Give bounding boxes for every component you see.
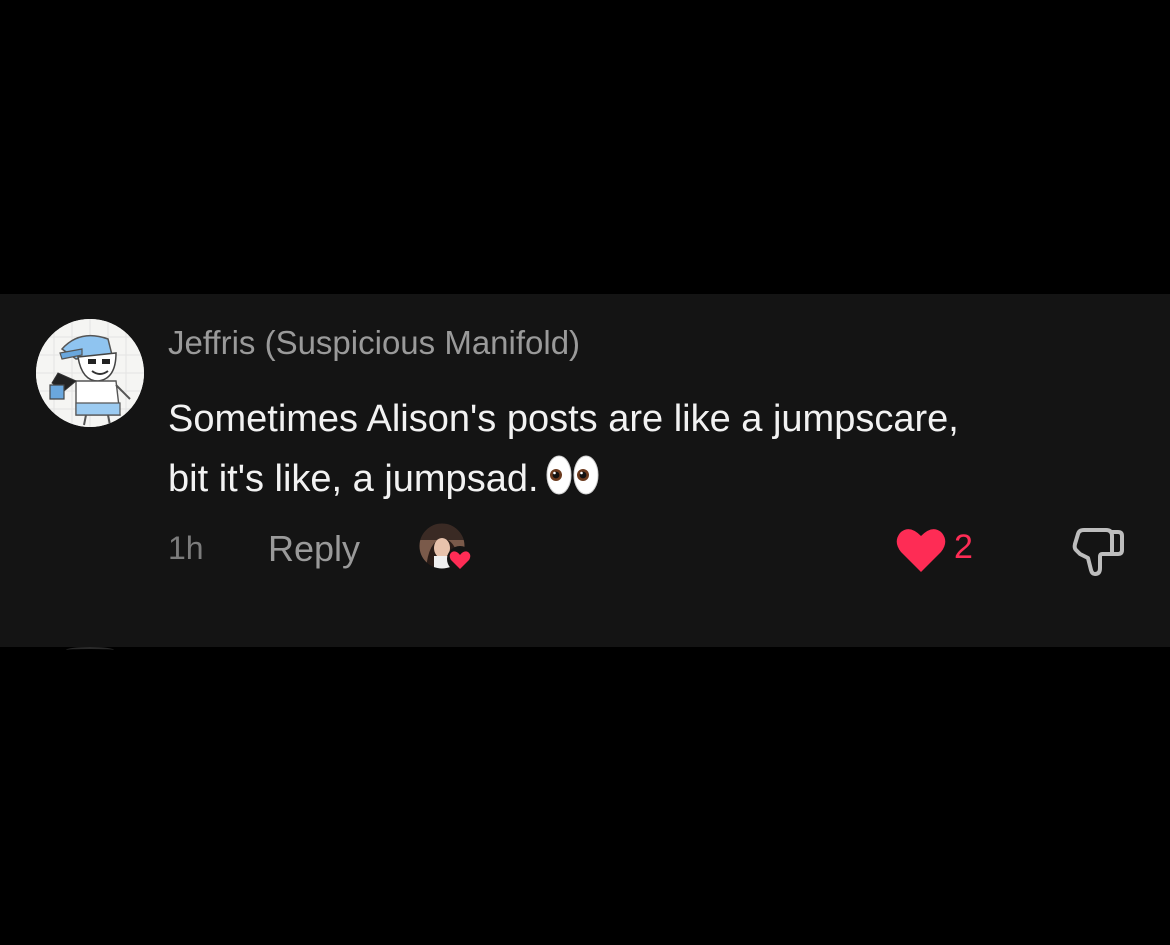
creator-liked-icon xyxy=(418,522,474,574)
dislike-button[interactable] xyxy=(1070,524,1126,578)
like-count: 2 xyxy=(954,528,973,566)
page: Jeffris (Suspicious Manifold) Sometimes … xyxy=(0,0,1170,945)
heart-icon xyxy=(896,529,946,572)
author-name[interactable]: Jeffris (Suspicious Manifold) xyxy=(168,324,580,362)
timestamp: 1h xyxy=(168,530,204,566)
comment-body: Sometimes Alison's posts are like a jump… xyxy=(168,389,988,515)
author-avatar[interactable] xyxy=(36,319,144,427)
thumbs-down-icon xyxy=(1072,528,1124,576)
next-comment-avatar-edge xyxy=(66,647,114,653)
reply-button[interactable]: Reply xyxy=(268,528,360,570)
comment-actions: 1h Reply 2 xyxy=(0,522,1170,582)
comment-item: Jeffris (Suspicious Manifold) Sometimes … xyxy=(0,294,1170,647)
like-button[interactable] xyxy=(895,526,947,574)
author-avatar-drawing xyxy=(36,319,144,427)
eyes-emoji xyxy=(545,453,601,515)
